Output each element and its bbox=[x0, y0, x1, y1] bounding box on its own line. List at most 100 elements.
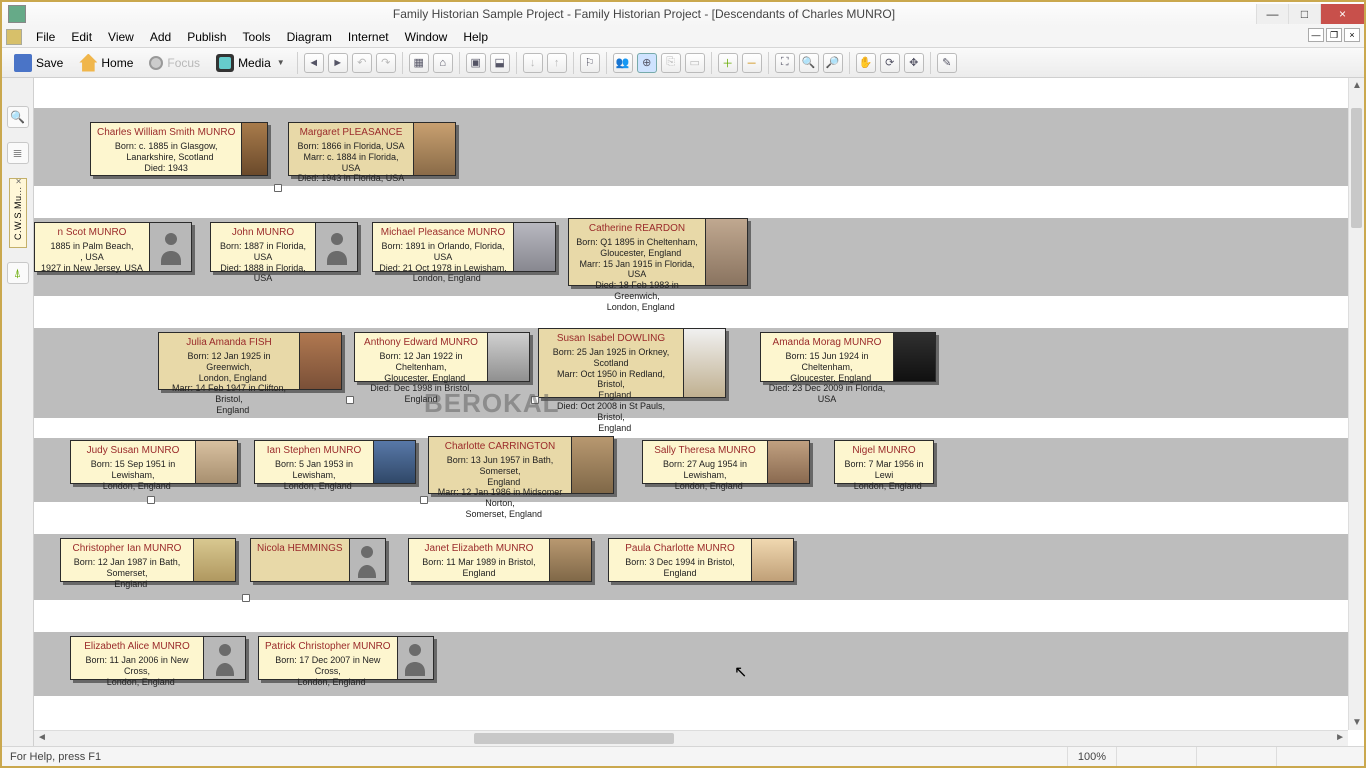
person-box[interactable]: Paula Charlotte MUNROBorn: 3 Dec 1994 in… bbox=[608, 538, 794, 582]
descendants-button[interactable]: ⬓ bbox=[490, 53, 510, 73]
link-button[interactable]: ⎘ bbox=[661, 53, 681, 73]
focus-button[interactable]: Focus bbox=[143, 51, 206, 75]
zoom-out-button[interactable]: 🔍 bbox=[799, 53, 819, 73]
edit-tool-button[interactable]: ✎ bbox=[937, 53, 957, 73]
hand-tool-button[interactable]: ✋ bbox=[856, 53, 876, 73]
person-box[interactable]: n Scot MUNRO1885 in Palm Beach, , USA 19… bbox=[34, 222, 192, 272]
toolbar-separator bbox=[402, 52, 403, 74]
app-window: Family Historian Sample Project - Family… bbox=[0, 0, 1366, 768]
menu-file[interactable]: File bbox=[28, 28, 63, 46]
person-box[interactable]: Sally Theresa MUNROBorn: 27 Aug 1954 in … bbox=[642, 440, 810, 484]
silhouette-icon bbox=[149, 223, 191, 271]
toolbar-separator bbox=[459, 52, 460, 74]
person-photo bbox=[571, 437, 613, 493]
person-box[interactable]: Margaret PLEASANCEBorn: 1866 in Florida,… bbox=[288, 122, 456, 176]
move-tool-button[interactable]: ✥ bbox=[904, 53, 924, 73]
camera-button[interactable]: ▭ bbox=[685, 53, 705, 73]
person-photo bbox=[373, 441, 415, 483]
person-photo bbox=[683, 329, 725, 397]
menu-tools[interactable]: Tools bbox=[235, 28, 279, 46]
person-box[interactable]: Elizabeth Alice MUNROBorn: 11 Jan 2006 i… bbox=[70, 636, 246, 680]
add-button[interactable]: ＋ bbox=[718, 53, 738, 73]
remove-button[interactable]: － bbox=[742, 53, 762, 73]
people-button[interactable]: 👥 bbox=[613, 53, 633, 73]
magnifier-icon[interactable]: 🔍 bbox=[7, 106, 29, 128]
person-box[interactable]: John MUNROBorn: 1887 in Florida, USA Die… bbox=[210, 222, 358, 272]
toolbar: Save Home Focus Media▼ ◄ ► ↶ ↷ ▦ ⌂ ▣ ⬓ ↓… bbox=[2, 48, 1364, 78]
redo-button[interactable]: ↷ bbox=[376, 53, 396, 73]
person-photo bbox=[195, 441, 237, 483]
tree-nav-icon[interactable]: ⍋ bbox=[7, 262, 29, 284]
person-box[interactable]: Anthony Edward MUNROBorn: 12 Jan 1922 in… bbox=[354, 332, 530, 382]
records-button[interactable]: ▦ bbox=[409, 53, 429, 73]
person-box[interactable]: Nigel MUNROBorn: 7 Mar 1956 in Lewi Lond… bbox=[834, 440, 934, 484]
menu-edit[interactable]: Edit bbox=[63, 28, 100, 46]
undo-button[interactable]: ↶ bbox=[352, 53, 372, 73]
window-maximize-button[interactable]: □ bbox=[1288, 4, 1320, 24]
media-button[interactable]: Media▼ bbox=[210, 51, 291, 75]
person-box[interactable]: Ian Stephen MUNROBorn: 5 Jan 1953 in Lew… bbox=[254, 440, 416, 484]
person-box[interactable]: Janet Elizabeth MUNROBorn: 11 Mar 1989 i… bbox=[408, 538, 592, 582]
move-up-button[interactable]: ↑ bbox=[547, 53, 567, 73]
diagram-canvas[interactable]: Charles William Smith MUNROBorn: c. 1885… bbox=[34, 78, 1364, 746]
connector-node bbox=[147, 496, 155, 504]
menu-internet[interactable]: Internet bbox=[340, 28, 397, 46]
fit-button[interactable]: ⛶ bbox=[775, 53, 795, 73]
move-down-button[interactable]: ↓ bbox=[523, 53, 543, 73]
home-button[interactable]: Home bbox=[73, 51, 139, 75]
mdi-minimize-button[interactable]: — bbox=[1308, 28, 1324, 42]
menu-publish[interactable]: Publish bbox=[179, 28, 234, 46]
person-box[interactable]: Judy Susan MUNROBorn: 15 Sep 1951 in Lew… bbox=[70, 440, 238, 484]
ancestors-button[interactable]: ▣ bbox=[466, 53, 486, 73]
person-box[interactable]: Christopher Ian MUNROBorn: 12 Jan 1987 i… bbox=[60, 538, 236, 582]
toolbar-separator bbox=[516, 52, 517, 74]
status-help-text: For Help, press F1 bbox=[10, 751, 101, 763]
flag-button[interactable]: ⚐ bbox=[580, 53, 600, 73]
person-box[interactable]: Nicola HEMMINGS bbox=[250, 538, 386, 582]
person-box[interactable]: Susan Isabel DOWLINGBorn: 25 Jan 1925 in… bbox=[538, 328, 726, 398]
person-box[interactable]: Patrick Christopher MUNROBorn: 17 Dec 20… bbox=[258, 636, 434, 680]
zoom-in-button[interactable]: 🔎 bbox=[823, 53, 843, 73]
back-button[interactable]: ◄ bbox=[304, 53, 324, 73]
person-box[interactable]: Julia Amanda FISHBorn: 12 Jan 1925 in Gr… bbox=[158, 332, 342, 390]
window-minimize-button[interactable]: — bbox=[1256, 4, 1288, 24]
menu-window[interactable]: Window bbox=[397, 28, 456, 46]
person-box[interactable]: Charles William Smith MUNROBorn: c. 1885… bbox=[90, 122, 268, 176]
person-box[interactable]: Amanda Morag MUNROBorn: 15 Jun 1924 in C… bbox=[760, 332, 936, 382]
window-title: Family Historian Sample Project - Family… bbox=[32, 7, 1256, 21]
status-cell bbox=[1116, 747, 1196, 766]
vertical-scrollbar[interactable] bbox=[1348, 78, 1364, 730]
tree-button[interactable]: ⌂ bbox=[433, 53, 453, 73]
person-box[interactable]: Charlotte CARRINGTONBorn: 13 Jun 1957 in… bbox=[428, 436, 614, 494]
save-button[interactable]: Save bbox=[8, 51, 69, 75]
database-icon[interactable]: ≣ bbox=[7, 142, 29, 164]
scrollbar-thumb[interactable] bbox=[474, 733, 674, 744]
horizontal-scrollbar[interactable] bbox=[34, 730, 1348, 746]
connector-node bbox=[242, 594, 250, 602]
toolbar-separator bbox=[606, 52, 607, 74]
expand-button[interactable]: ⊕ bbox=[637, 53, 657, 73]
scrollbar-thumb[interactable] bbox=[1351, 108, 1362, 228]
person-photo bbox=[549, 539, 591, 581]
main-area: 🔍 ≣ C.W.S.Mu... ⍋ Charles William Smith … bbox=[2, 78, 1364, 746]
diagram-tab[interactable]: C.W.S.Mu... bbox=[9, 178, 27, 248]
silhouette-icon bbox=[203, 637, 245, 679]
window-close-button[interactable]: × bbox=[1320, 4, 1364, 24]
menu-diagram[interactable]: Diagram bbox=[279, 28, 340, 46]
mdi-restore-button[interactable]: ❐ bbox=[1326, 28, 1342, 42]
menu-add[interactable]: Add bbox=[142, 28, 179, 46]
person-photo bbox=[241, 123, 267, 175]
person-box[interactable]: Michael Pleasance MUNROBorn: 1891 in Orl… bbox=[372, 222, 556, 272]
forward-button[interactable]: ► bbox=[328, 53, 348, 73]
person-photo bbox=[193, 539, 235, 581]
person-photo bbox=[413, 123, 455, 175]
mdi-close-button[interactable]: × bbox=[1344, 28, 1360, 42]
status-zoom: 100% bbox=[1067, 747, 1116, 766]
person-photo bbox=[893, 333, 935, 381]
menu-help[interactable]: Help bbox=[455, 28, 496, 46]
refresh-button[interactable]: ⟳ bbox=[880, 53, 900, 73]
silhouette-icon bbox=[349, 539, 385, 581]
menu-view[interactable]: View bbox=[100, 28, 142, 46]
person-box[interactable]: Catherine REARDONBorn: Q1 1895 in Chelte… bbox=[568, 218, 748, 286]
connector-node bbox=[346, 396, 354, 404]
